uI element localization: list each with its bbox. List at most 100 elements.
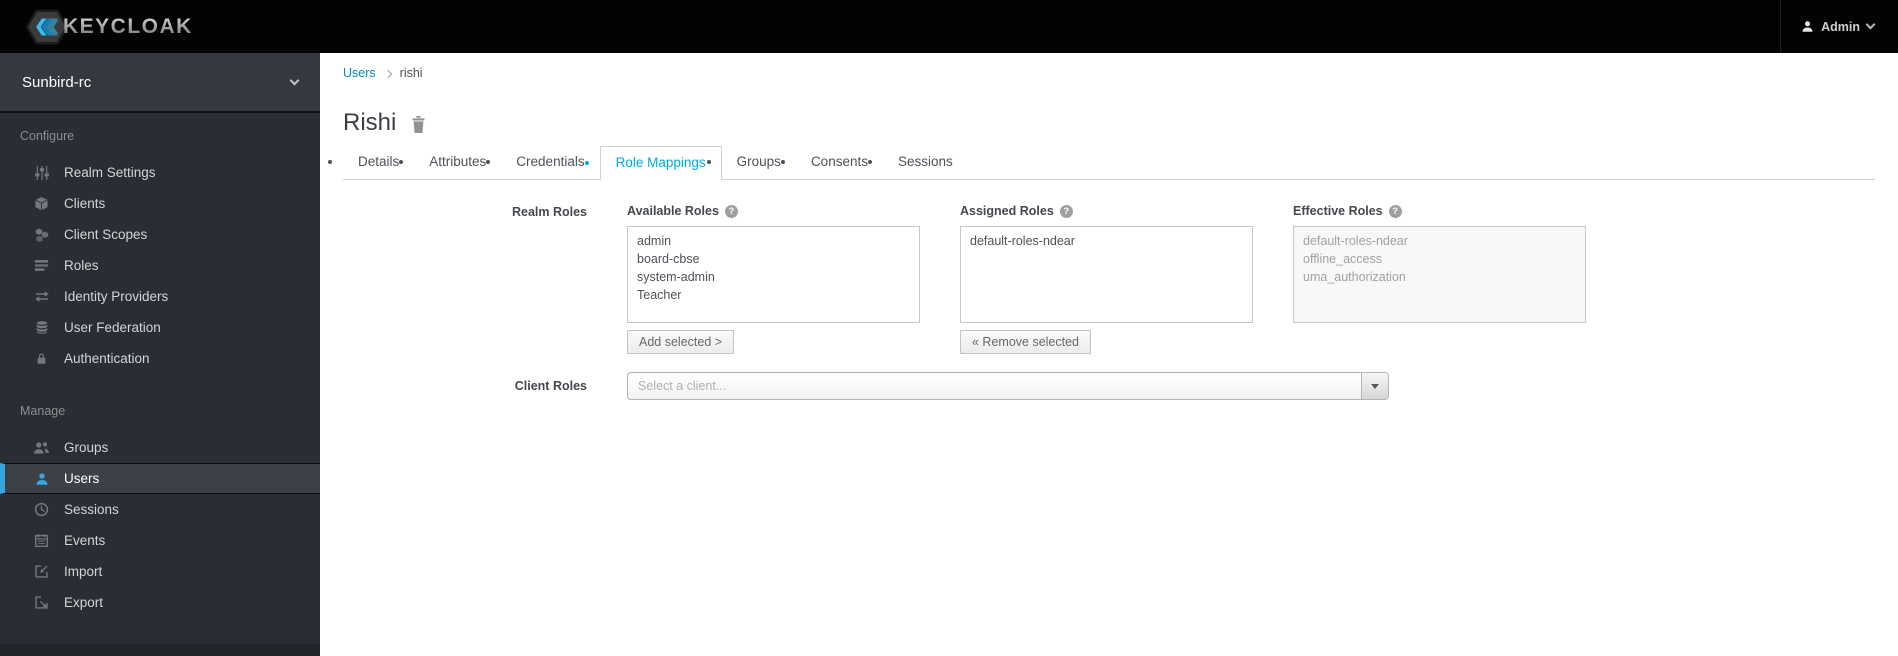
main-content: Users rishi Rishi DetailsAttributesCrede… [320,53,1898,656]
sidebar-item-label: Events [64,533,106,548]
sidebar-item-sessions[interactable]: Sessions [0,494,320,525]
exchange-icon [33,289,50,305]
sidebar-item-client-scopes[interactable]: Client Scopes [0,219,320,250]
chevron-down-icon [1865,19,1876,30]
sidebar-item-label: Authentication [64,351,150,366]
available-roles-listbox[interactable]: admin board-cbse system-admin Teacher [627,226,920,323]
tab-sessions[interactable]: Sessions [883,146,968,180]
available-roles-header: Available Roles [627,204,920,218]
realm-name: Sunbird-rc [22,73,92,91]
sidebar-item-events[interactable]: Events [0,525,320,556]
database-icon [33,320,50,336]
effective-roles-column: Effective Roles default-roles-ndear offli… [1293,204,1586,354]
effective-roles-listbox: default-roles-ndear offline_access uma_aut… [1293,226,1586,323]
sidebar-item-import[interactable]: Import [0,556,320,587]
sidebar-item-roles[interactable]: Roles [0,250,320,281]
export-icon [33,595,50,611]
client-roles-controls: Select a client... [627,372,1389,400]
user-icon [33,471,50,487]
breadcrumb-current: rishi [399,66,423,80]
realm-selector[interactable]: Sunbird-rc [0,53,320,113]
role-option: uma_authorization [1303,270,1406,284]
assigned-roles-listbox[interactable]: default-roles-ndear [960,226,1253,323]
sidebar-section-list: Realm Settings Clients Client Scopes Roles I… [0,157,320,374]
help-icon[interactable] [724,204,738,218]
sidebar-section-list: Groups Users Sessions Events Import Export [0,432,320,618]
sidebar-item-groups[interactable]: Groups [0,432,320,463]
sidebar-item-users[interactable]: Users [0,463,320,494]
role-option[interactable]: board-cbse [628,250,919,268]
role-mappings-form: Realm Roles Available Roles adminboard-c… [343,204,1875,400]
realm-roles-row: Realm Roles Available Roles adminboard-c… [343,204,1875,354]
tab-bar: DetailsAttributesCredentialsRole Mapping… [343,146,1875,180]
client-select[interactable]: Select a client... [627,372,1389,400]
role-option[interactable]: default-roles-ndear [961,232,1252,250]
sidebar-item-label: Identity Providers [64,289,169,304]
cubes-icon [33,227,50,243]
sidebar-item-label: Users [64,471,100,486]
realm-roles-label: Realm Roles [511,205,587,219]
available-roles-label: Available Roles [627,204,719,218]
page-title: Rishi [343,109,397,136]
cube-icon [33,196,50,212]
sidebar-item-label: User Federation [64,320,161,335]
sidebar-item-label: Groups [64,440,109,455]
calendar-icon [33,533,50,549]
help-icon[interactable] [1059,204,1073,218]
tab-role-mappings[interactable]: Role Mappings [599,146,722,180]
brand-name: KEYCLOAK [63,14,193,38]
realm-roles-controls: Available Roles adminboard-cbsesystem-ad… [627,204,1626,354]
sidebar-item-authentication[interactable]: Authentication [0,343,320,374]
import-icon [33,564,50,580]
sliders-icon [33,165,50,181]
sidebar-item-clients[interactable]: Clients [0,188,320,219]
keycloak-logo[interactable]: KEYCLOAK [0,8,193,46]
chevron-down-icon [289,75,300,85]
breadcrumb: Users rishi [343,66,1875,80]
breadcrumb-users-link[interactable]: Users [343,66,376,80]
sidebar-item-label: Export [64,595,104,610]
assigned-roles-header: Assigned Roles [960,204,1253,218]
page-title-row: Rishi [343,106,1875,139]
keycloak-admin-console: KEYCLOAK Admin Sunbird-rc Configure Realm… [0,0,1898,656]
sidebar-section-manage: Manage Groups Users Sessions Events Import Exp… [0,374,320,618]
sidebar-item-export[interactable]: Export [0,587,320,618]
assigned-roles-column: Assigned Roles default-roles-ndear « Rem… [960,204,1253,354]
available-roles-column: Available Roles adminboard-cbsesystem-ad… [627,204,920,354]
chevron-right-icon [383,69,392,78]
role-option[interactable]: system-admin [628,268,919,286]
user-menu-label: Admin [1821,19,1860,34]
effective-roles-label: Effective Roles [1293,204,1383,218]
remove-selected-button[interactable]: « Remove selected [960,330,1092,354]
sidebar-section-title: Manage [20,404,66,418]
sidebar-item-identity-providers[interactable]: Identity Providers [0,281,320,312]
assigned-roles-label: Assigned Roles [960,204,1054,218]
role-option[interactable]: Teacher [628,286,919,304]
role-option[interactable]: admin [628,232,919,250]
sidebar-item-label: Clients [64,196,106,211]
sidebar-section-configure: Configure Realm Settings Clients Client Sco… [0,113,320,374]
sidebar-item-user-federation[interactable]: User Federation [0,312,320,343]
role-option: default-roles-ndear [1303,234,1408,248]
role-option: offline_access [1303,252,1382,266]
users-icon [33,440,50,456]
sidebar-section-title: Configure [20,129,75,143]
effective-roles-header: Effective Roles [1293,204,1586,218]
user-menu[interactable]: Admin [1780,0,1898,53]
sidebar-item-label: Sessions [64,502,119,517]
select-dropdown-button[interactable] [1361,373,1388,399]
sidebar: Sunbird-rc Configure Realm Settings Client… [0,53,320,656]
client-select-placeholder: Select a client... [638,379,727,393]
sidebar-nav: Configure Realm Settings Clients Client Sco… [0,113,320,618]
clock-icon [33,502,50,518]
user-icon [1801,20,1814,33]
caret-down-icon [1371,383,1379,389]
sidebar-item-realm-settings[interactable]: Realm Settings [0,157,320,188]
sidebar-item-label: Import [64,564,103,579]
add-selected-button[interactable]: Add selected > [627,330,735,354]
client-roles-row: Client Roles Select a client... [343,372,1875,400]
delete-user-icon[interactable] [411,115,426,133]
top-navbar: KEYCLOAK Admin [0,0,1898,53]
help-icon[interactable] [1388,204,1402,218]
sidebar-item-label: Realm Settings [64,165,156,180]
